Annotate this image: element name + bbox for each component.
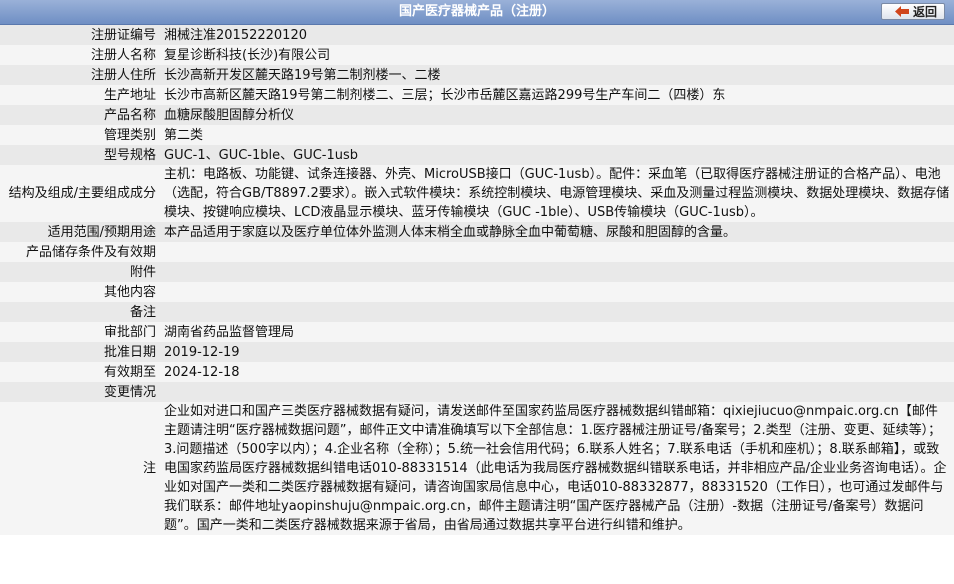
row-management-category: 管理类别 第二类 — [0, 125, 954, 145]
row-label: 审批部门 — [0, 322, 160, 342]
row-label: 产品名称 — [0, 105, 160, 125]
row-approval-department: 审批部门 湖南省药品监督管理局 — [0, 322, 954, 342]
row-label: 有效期至 — [0, 362, 160, 382]
row-value: 2019-12-19 — [160, 342, 954, 362]
row-value: 长沙高新开发区麓天路19号第二制剂楼一、二楼 — [160, 65, 954, 85]
row-value — [160, 262, 954, 282]
row-change-history: 变更情况 — [0, 382, 954, 402]
row-label: 结构及组成/主要组成成分 — [0, 165, 160, 222]
page-title: 国产医疗器械产品（注册） — [398, 4, 555, 19]
row-label: 批准日期 — [0, 342, 160, 362]
row-label: 其他内容 — [0, 282, 160, 302]
row-value: 复星诊断科技(长沙)有限公司 — [160, 45, 954, 65]
row-value: 主机：电路板、功能键、试条连接器、外壳、MicroUSB接口（GUC-1usb）… — [160, 165, 954, 222]
row-value: 第二类 — [160, 125, 954, 145]
row-label: 生产地址 — [0, 85, 160, 105]
row-label: 型号规格 — [0, 145, 160, 165]
row-storage-conditions: 产品储存条件及有效期 — [0, 242, 954, 262]
row-note: 注 企业如对进口和国产三类医疗器械数据有疑问，请发送邮件至国家药监局医疗器械数据… — [0, 402, 954, 535]
note-text: 企业如对进口和国产三类医疗器械数据有疑问，请发送邮件至国家药监局医疗器械数据纠错… — [160, 402, 954, 535]
row-registrant-address: 注册人住所 长沙高新开发区麓天路19号第二制剂楼一、二楼 — [0, 65, 954, 85]
row-value: 血糖尿酸胆固醇分析仪 — [160, 105, 954, 125]
back-arrow-icon — [894, 6, 909, 17]
row-label: 适用范围/预期用途 — [0, 222, 160, 242]
row-value: 2024-12-18 — [160, 362, 954, 382]
row-value: 长沙市高新区麓天路19号第二制剂楼二、三层；长沙市岳麓区嘉运路299号生产车间二… — [160, 85, 954, 105]
row-remarks: 备注 — [0, 302, 954, 322]
back-button[interactable]: 返回 — [881, 3, 945, 20]
back-button-label: 返回 — [912, 5, 937, 19]
row-approval-date: 批准日期 2019-12-19 — [0, 342, 954, 362]
row-label: 变更情况 — [0, 382, 160, 402]
row-value: 湘械注准20152220120 — [160, 25, 954, 45]
row-production-address: 生产地址 长沙市高新区麓天路19号第二制剂楼二、三层；长沙市岳麓区嘉运路299号… — [0, 85, 954, 105]
row-intended-use: 适用范围/预期用途 本产品适用于家庭以及医疗单位体外监测人体末梢全血或静脉全血中… — [0, 222, 954, 242]
row-label: 管理类别 — [0, 125, 160, 145]
row-label: 注册证编号 — [0, 25, 160, 45]
row-value — [160, 282, 954, 302]
row-product-name: 产品名称 血糖尿酸胆固醇分析仪 — [0, 105, 954, 125]
row-structure-composition: 结构及组成/主要组成成分 主机：电路板、功能键、试条连接器、外壳、MicroUS… — [0, 165, 954, 222]
row-registration-number: 注册证编号 湘械注准20152220120 — [0, 25, 954, 45]
row-label: 注册人住所 — [0, 65, 160, 85]
row-label: 注册人名称 — [0, 45, 160, 65]
row-attachments: 附件 — [0, 262, 954, 282]
row-value — [160, 382, 954, 402]
row-value: 湖南省药品监督管理局 — [160, 322, 954, 342]
product-info-table: 注册证编号 湘械注准20152220120 注册人名称 复星诊断科技(长沙)有限… — [0, 25, 954, 535]
row-label: 备注 — [0, 302, 160, 322]
page-header: 国产医疗器械产品（注册） 返回 — [0, 0, 954, 25]
row-label: 附件 — [0, 262, 160, 282]
row-value: 本产品适用于家庭以及医疗单位体外监测人体末梢全血或静脉全血中葡萄糖、尿酸和胆固醇… — [160, 222, 954, 242]
row-other-content: 其他内容 — [0, 282, 954, 302]
row-valid-until: 有效期至 2024-12-18 — [0, 362, 954, 382]
row-value — [160, 242, 954, 262]
row-value — [160, 302, 954, 322]
row-model-spec: 型号规格 GUC-1、GUC-1ble、GUC-1usb — [0, 145, 954, 165]
row-value: GUC-1、GUC-1ble、GUC-1usb — [160, 145, 954, 165]
row-label: 产品储存条件及有效期 — [0, 242, 160, 262]
row-registrant-name: 注册人名称 复星诊断科技(长沙)有限公司 — [0, 45, 954, 65]
row-label: 注 — [0, 402, 160, 535]
